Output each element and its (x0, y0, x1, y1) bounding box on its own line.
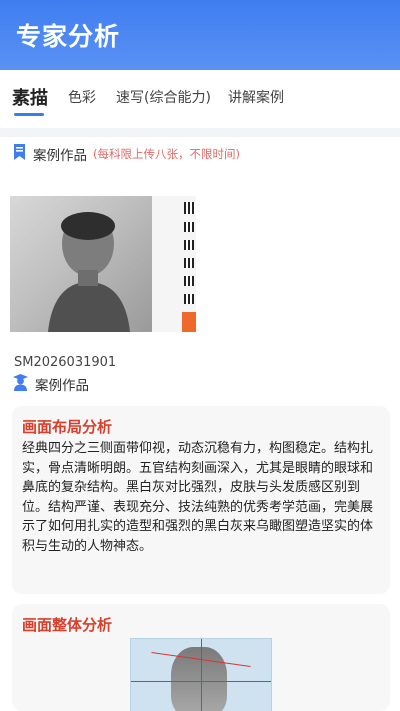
graduate-user-icon (12, 373, 29, 395)
header: 专家分析 (0, 0, 400, 70)
tab-sketch[interactable]: 素描 (12, 84, 48, 110)
artwork-thumbnail[interactable] (10, 196, 196, 332)
layout-analysis-card: 画面布局分析 经典四分之三侧面带仰视，动态沉稳有力，构图稳定。结构扎实，骨点清晰… (12, 406, 390, 594)
tab-color[interactable]: 色彩 (68, 87, 96, 107)
card-title: 画面整体分析 (22, 616, 113, 634)
upload-hint: (每科限上传八张，不限时间) (93, 147, 240, 161)
card-title: 画面布局分析 (22, 418, 113, 436)
case-works-section-header: 案例作品 (每科限上传八张，不限时间) (12, 144, 240, 164)
active-tab-indicator (14, 113, 44, 116)
bookmark-icon (12, 143, 27, 165)
tab-case-explanation[interactable]: 讲解案例 (228, 87, 284, 107)
analysis-diagram-image[interactable] (130, 638, 272, 711)
card-body: 经典四分之三侧面带仰视，动态沉稳有力，构图稳定。结构扎实，骨点清晰明朗。五官结构… (22, 441, 374, 554)
portrait-sketch-image (10, 196, 152, 332)
artwork-code: SM2026031901 (14, 355, 117, 370)
overall-analysis-card: 画面整体分析 (12, 604, 390, 711)
subject-tabs: 素描 色彩 速写(综合能力) 讲解案例 (0, 70, 400, 128)
case-label: 案例作品 (35, 378, 89, 394)
case-label-row: 案例作品 (12, 374, 89, 394)
section-label: 案例作品 (33, 148, 87, 164)
qr-code-strip (152, 196, 196, 332)
tab-speed-sketch[interactable]: 速写(综合能力) (116, 87, 211, 107)
page-title: 专家分析 (16, 22, 121, 51)
divider (0, 128, 400, 137)
